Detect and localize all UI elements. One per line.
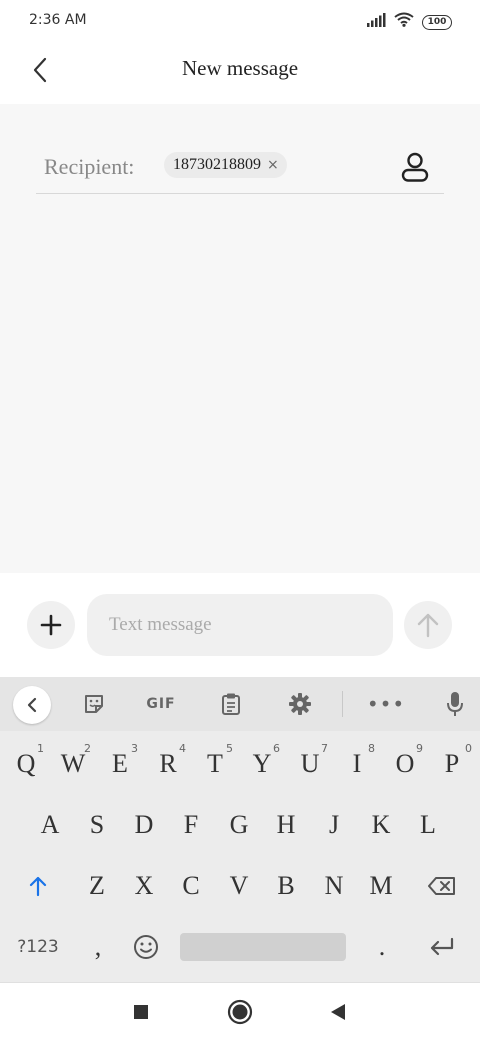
circle-icon bbox=[227, 999, 253, 1025]
gif-button[interactable]: GIF bbox=[143, 686, 179, 722]
status-time: 2:36 AM bbox=[29, 12, 87, 28]
key-o[interactable]: O9 bbox=[383, 739, 427, 789]
key-v[interactable]: V bbox=[217, 861, 261, 911]
key-b[interactable]: B bbox=[264, 861, 308, 911]
sticker-button[interactable] bbox=[76, 686, 112, 722]
key-z[interactable]: Z bbox=[75, 861, 119, 911]
key-w[interactable]: W2 bbox=[51, 739, 95, 789]
keyboard-collapse-button[interactable] bbox=[13, 686, 51, 724]
back-nav-button[interactable] bbox=[323, 997, 353, 1027]
conversation-area: Recipient: 18730218809 × bbox=[0, 104, 480, 573]
key-d[interactable]: D bbox=[122, 800, 166, 850]
key-c[interactable]: C bbox=[169, 861, 213, 911]
shift-arrow-icon bbox=[29, 876, 47, 897]
status-icons: 100 bbox=[366, 12, 452, 32]
battery-icon: 100 bbox=[422, 14, 452, 30]
keyboard-toolbar: GIF ••• bbox=[0, 677, 480, 731]
key-l[interactable]: L bbox=[406, 800, 450, 850]
remove-recipient-button[interactable]: × bbox=[267, 158, 279, 172]
status-bar: 2:36 AM 100 bbox=[0, 0, 480, 42]
square-icon bbox=[134, 1005, 148, 1019]
voice-input-button[interactable] bbox=[437, 686, 473, 722]
key-f[interactable]: F bbox=[169, 800, 213, 850]
composer bbox=[0, 573, 480, 677]
chevron-left-icon bbox=[27, 697, 37, 713]
key-g[interactable]: G bbox=[217, 800, 261, 850]
send-button[interactable] bbox=[404, 601, 452, 649]
more-icon: ••• bbox=[366, 692, 406, 716]
key-s[interactable]: S bbox=[75, 800, 119, 850]
recipient-chip-text: 18730218809 bbox=[173, 156, 261, 173]
key-e[interactable]: E3 bbox=[98, 739, 142, 789]
wifi-icon bbox=[394, 12, 414, 32]
keyboard: GIF ••• Q 1 W 2 E 3 R 4 T 5 Y 6 U 7 I 8 … bbox=[0, 677, 480, 982]
period-key[interactable]: . bbox=[360, 922, 404, 972]
toolbar-divider bbox=[342, 691, 343, 717]
key-y[interactable]: Y6 bbox=[240, 739, 284, 789]
key-k[interactable]: K bbox=[359, 800, 403, 850]
key-x[interactable]: X bbox=[122, 861, 166, 911]
plus-icon bbox=[40, 614, 62, 636]
recipient-label: Recipient: bbox=[44, 154, 135, 179]
recents-button[interactable] bbox=[126, 997, 156, 1027]
key-q[interactable]: Q1 bbox=[4, 739, 48, 789]
more-options-button[interactable]: ••• bbox=[366, 686, 406, 722]
space-key[interactable] bbox=[180, 933, 346, 961]
key-p[interactable]: P0 bbox=[430, 739, 474, 789]
page-title: New message bbox=[181, 56, 299, 80]
triangle-back-icon bbox=[331, 1004, 345, 1020]
gear-icon bbox=[289, 693, 311, 715]
recipient-chip[interactable]: 18730218809 × bbox=[164, 152, 287, 178]
header: New message bbox=[0, 42, 480, 104]
system-nav-bar bbox=[0, 982, 480, 1040]
signal-icon bbox=[366, 12, 386, 32]
enter-icon bbox=[430, 937, 454, 956]
keyboard-settings-button[interactable] bbox=[282, 686, 318, 722]
message-input[interactable] bbox=[87, 594, 393, 656]
key-u[interactable]: U7 bbox=[288, 739, 332, 789]
recipient-field[interactable]: Recipient: 18730218809 × bbox=[36, 144, 444, 194]
mic-icon bbox=[447, 692, 463, 716]
enter-key[interactable] bbox=[418, 922, 466, 972]
key-h[interactable]: H bbox=[264, 800, 308, 850]
clipboard-button[interactable] bbox=[213, 686, 249, 722]
arrow-up-icon bbox=[417, 613, 439, 638]
symbols-key[interactable]: ?123 bbox=[10, 922, 66, 972]
key-r[interactable]: R4 bbox=[146, 739, 190, 789]
emoji-key[interactable] bbox=[124, 922, 168, 972]
sticker-icon bbox=[85, 695, 103, 713]
key-a[interactable]: A bbox=[28, 800, 72, 850]
key-t[interactable]: T5 bbox=[193, 739, 237, 789]
key-m[interactable]: M bbox=[359, 861, 403, 911]
contact-picker-button[interactable] bbox=[398, 150, 432, 184]
clipboard-icon bbox=[222, 693, 240, 715]
key-i[interactable]: I8 bbox=[335, 739, 379, 789]
key-n[interactable]: N bbox=[312, 861, 356, 911]
gif-label: GIF bbox=[146, 696, 176, 712]
backspace-key[interactable] bbox=[416, 861, 468, 911]
add-attachment-button[interactable] bbox=[27, 601, 75, 649]
person-icon bbox=[401, 152, 429, 182]
backspace-icon bbox=[428, 877, 455, 895]
comma-key[interactable]: , bbox=[76, 922, 120, 972]
emoji-icon bbox=[134, 935, 158, 959]
home-button[interactable] bbox=[225, 997, 255, 1027]
shift-key[interactable] bbox=[14, 861, 62, 911]
key-j[interactable]: J bbox=[312, 800, 356, 850]
